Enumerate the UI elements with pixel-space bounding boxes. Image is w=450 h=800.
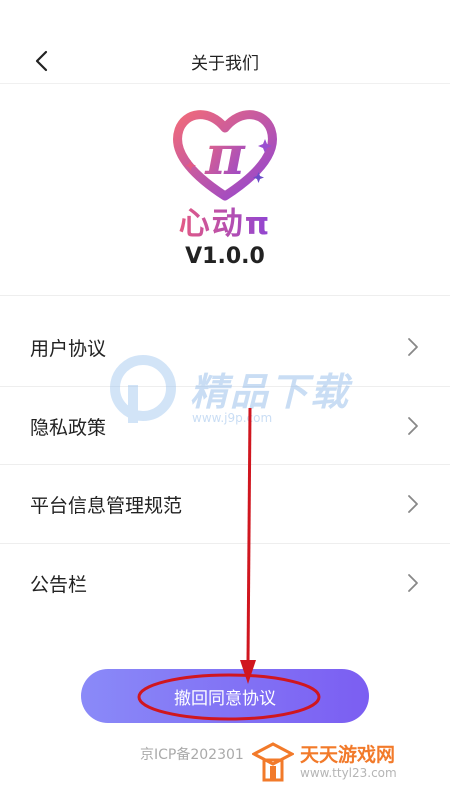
app-logo: π xyxy=(165,100,285,210)
revoke-consent-label: 撤回同意协议 xyxy=(174,688,276,708)
nav-bar: 关于我们 xyxy=(0,36,450,84)
page-title: 关于我们 xyxy=(191,54,259,74)
menu-item-bulletin-board[interactable]: 公告栏 xyxy=(0,544,450,623)
menu-item-label: 用户协议 xyxy=(30,338,107,360)
menu-item-label: 隐私政策 xyxy=(30,416,107,439)
watermark-corner: 天天游戏网 www.ttyl23.com xyxy=(252,740,442,786)
menu-item-user-agreement[interactable]: 用户协议 xyxy=(0,308,450,387)
chevron-right-icon xyxy=(408,495,418,513)
app-name-text: 心动π xyxy=(178,206,272,242)
menu-item-platform-rules[interactable]: 平台信息管理规范 xyxy=(0,465,450,544)
chevron-right-icon xyxy=(408,416,418,435)
app-name: 心动π xyxy=(0,198,450,243)
logo-pi-glyph: π xyxy=(204,123,246,187)
chevron-right-icon xyxy=(408,338,418,356)
menu-item-privacy-policy[interactable]: 隐私政策 xyxy=(0,387,450,465)
icp-text: 京ICP备202301 xyxy=(140,747,244,763)
app-version: V1.0.0 xyxy=(185,244,265,269)
tower-logo-icon xyxy=(252,742,294,782)
menu-item-label: 公告栏 xyxy=(30,573,88,596)
menu-list: 用户协议 隐私政策 平台信息管理规范 公告栏 xyxy=(0,308,450,622)
chevron-right-icon xyxy=(408,573,418,592)
menu-item-label: 平台信息管理规范 xyxy=(30,495,183,517)
corner-watermark-url: www.ttyl23.com xyxy=(300,766,397,780)
divider xyxy=(0,295,450,296)
corner-watermark-title: 天天游戏网 xyxy=(300,744,396,766)
revoke-consent-button[interactable]: 撤回同意协议 xyxy=(81,669,369,723)
